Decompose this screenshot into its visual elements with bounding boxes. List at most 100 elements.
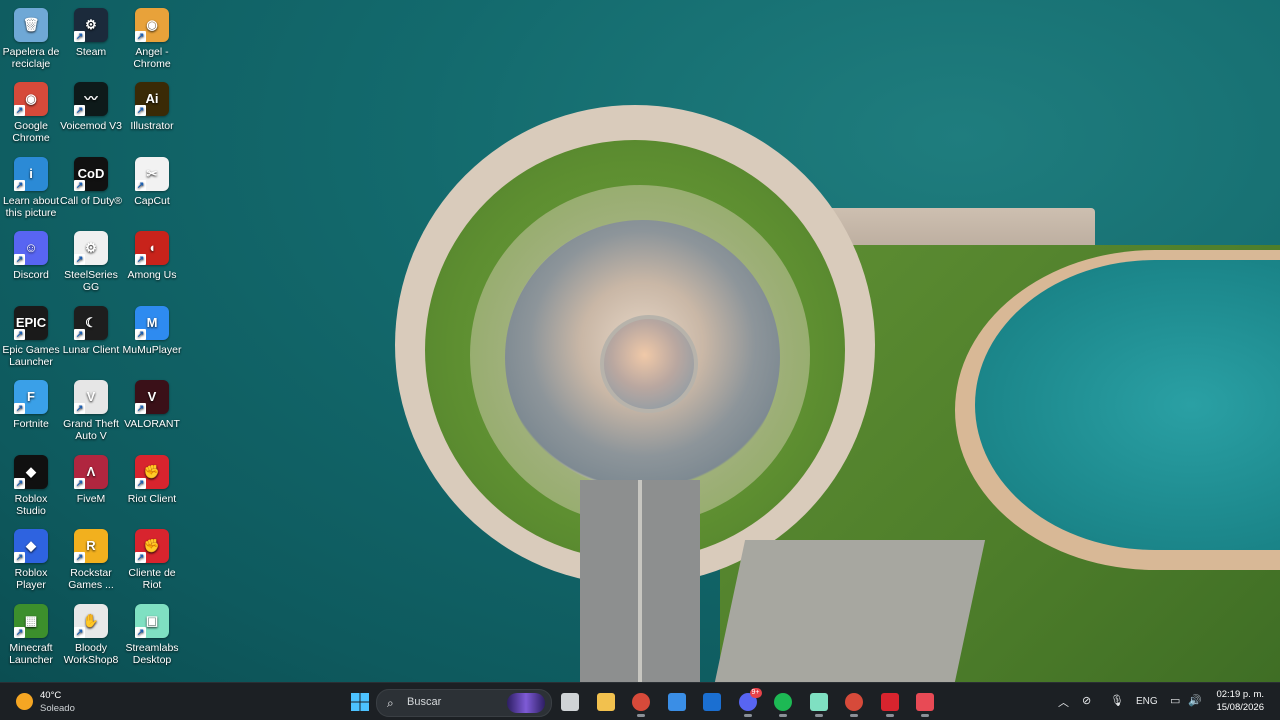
search-box[interactable]: ⌕ Buscar: [376, 689, 552, 717]
app-icon: ✋ ↗: [74, 604, 108, 638]
desktop-icon[interactable]: ✊ ↗ Cliente de Riot: [121, 525, 183, 599]
app-icon: ◆ ↗: [14, 455, 48, 489]
running-indicator: [921, 714, 929, 717]
running-indicator: [637, 714, 645, 717]
network-icon[interactable]: ▭: [1170, 694, 1180, 707]
desktop-icon[interactable]: ⚙ ↗ SteelSeries GG: [60, 227, 122, 301]
taskbar-app-riot-client[interactable]: [874, 686, 906, 718]
desktop-icon[interactable]: R ↗ Rockstar Games ...: [60, 525, 122, 599]
taskbar-app-discord[interactable]: 9+: [732, 686, 764, 718]
app-icon: F ↗: [14, 380, 48, 414]
app-glyph: ◆: [26, 538, 36, 553]
taskbar-app-spotify[interactable]: [767, 686, 799, 718]
app-glyph: Ai: [145, 91, 159, 106]
app-glyph: ✊: [143, 538, 161, 553]
running-indicator: [850, 714, 858, 717]
app-icon: ⚙ ↗: [74, 231, 108, 265]
desktop-icon[interactable]: ⚙ ↗ Steam: [60, 4, 122, 78]
shortcut-arrow-icon: ↗: [135, 329, 146, 340]
app-glyph: ▣: [145, 613, 159, 628]
desktop[interactable]: 🗑 Papelera de reciclaje ⚙ ↗ Steam ◉ ↗ Angel - C…: [0, 0, 1280, 682]
chevron-up-icon[interactable]: ︿: [1058, 694, 1069, 710]
wallpaper-parking: [714, 540, 986, 682]
desktop-icon-label: Roblox Studio: [14, 493, 48, 517]
weather-widget[interactable]: 40°C Soleado: [14, 689, 134, 717]
shortcut-arrow-icon: ↗: [74, 180, 85, 191]
desktop-icon[interactable]: V ↗ Grand Theft Auto V: [60, 376, 122, 450]
language-indicator[interactable]: ENG: [1136, 696, 1158, 707]
taskbar-app-task-view[interactable]: [554, 686, 586, 718]
taskbar-app-microsoft-store[interactable]: [661, 686, 693, 718]
task-view-icon: [561, 693, 579, 711]
desktop-icon[interactable]: ✊ ↗ Riot Client: [121, 451, 183, 525]
running-indicator: [885, 714, 894, 717]
desktop-icon-label: MuMuPlayer: [122, 344, 182, 356]
desktop-icon[interactable]: M ↗ MuMuPlayer: [121, 302, 183, 376]
desktop-icon[interactable]: F ↗ Fortnite: [0, 376, 62, 450]
desktop-icon-label: Grand Theft Auto V: [63, 418, 119, 442]
wallpaper-dome-center: [600, 315, 698, 413]
desktop-icon[interactable]: ◆ ↗ Roblox Player: [0, 525, 62, 599]
microphone-icon[interactable]: 🎙: [1110, 694, 1124, 707]
desktop-icon-label: Cliente de Riot: [128, 567, 176, 591]
start-button[interactable]: [344, 686, 376, 718]
desktop-icon[interactable]: 〰 ↗ Voicemod V3: [60, 78, 122, 152]
desktop-icon[interactable]: ☺ ↗ Discord: [0, 227, 62, 301]
desktop-icon-label: Lunar Client: [62, 344, 120, 356]
weather-condition: Soleado: [40, 703, 75, 714]
desktop-icon[interactable]: ◉ ↗ Google Chrome: [0, 78, 62, 152]
desktop-icon[interactable]: V ↗ VALORANT: [121, 376, 183, 450]
running-indicator: [779, 714, 787, 717]
app-glyph: ◆: [26, 464, 36, 479]
desktop-icon[interactable]: ◉ ↗ Angel - Chrome: [121, 4, 183, 78]
clock[interactable]: 02:19 p. m. 15/08/2026: [1216, 688, 1264, 714]
shortcut-arrow-icon: ↗: [74, 478, 85, 489]
app-icon: ▣ ↗: [135, 604, 169, 638]
desktop-icon[interactable]: ◖ ↗ Among Us: [121, 227, 183, 301]
windows-icon: [351, 693, 369, 711]
app-icon: 〰 ↗: [74, 82, 108, 116]
app-glyph: ⚙: [85, 240, 97, 255]
taskbar-app-streamlabs[interactable]: [803, 686, 835, 718]
desktop-icon[interactable]: 🗑 Papelera de reciclaje: [0, 4, 62, 78]
taskbar-app-valorant[interactable]: [909, 686, 941, 718]
desktop-icon[interactable]: ◆ ↗ Roblox Studio: [0, 451, 62, 525]
desktop-icon[interactable]: Ai ↗ Illustrator: [121, 78, 183, 152]
desktop-icon[interactable]: ✂ ↗ CapCut: [121, 153, 183, 227]
desktop-icon-label: Google Chrome: [12, 120, 50, 144]
app-glyph: M: [146, 315, 158, 330]
shortcut-arrow-icon: ↗: [135, 105, 146, 116]
taskbar-app-file-explorer[interactable]: [590, 686, 622, 718]
taskbar-app-chrome[interactable]: [625, 686, 657, 718]
shortcut-arrow-icon: ↗: [135, 254, 146, 265]
desktop-icon[interactable]: ☾ ↗ Lunar Client: [60, 302, 122, 376]
desktop-icon[interactable]: ▦ ↗ Minecraft Launcher: [0, 600, 62, 674]
shortcut-arrow-icon: ↗: [14, 403, 25, 414]
app-glyph: F: [27, 389, 35, 404]
desktop-icon[interactable]: ✋ ↗ Bloody WorkShop8: [60, 600, 122, 674]
taskbar-app-outlook[interactable]: [696, 686, 728, 718]
desktop-icon[interactable]: ▣ ↗ Streamlabs Desktop: [121, 600, 183, 674]
app-icon: Λ ↗: [74, 455, 108, 489]
app-glyph: Λ: [86, 464, 96, 479]
shortcut-arrow-icon: ↗: [14, 105, 25, 116]
taskbar-app-chrome-profile[interactable]: [838, 686, 870, 718]
desktop-icon-label: Call of Duty®: [60, 195, 123, 207]
volume-icon[interactable]: 🔊: [1188, 694, 1202, 707]
app-glyph: CoD: [77, 166, 105, 181]
desktop-icon[interactable]: EPIC ↗ Epic Games Launcher: [0, 302, 62, 376]
app-glyph: 🗑: [22, 17, 40, 32]
desktop-icon[interactable]: Λ ↗ FiveM: [60, 451, 122, 525]
app-glyph: ✊: [143, 464, 161, 479]
desktop-icon[interactable]: i ↗ Learn about this picture: [0, 153, 62, 227]
desktop-icon-label: Roblox Player: [14, 567, 48, 591]
no-network-icon[interactable]: ⊘: [1082, 694, 1091, 707]
shortcut-arrow-icon: ↗: [74, 329, 85, 340]
chrome-icon: [632, 693, 650, 711]
shortcut-arrow-icon: ↗: [74, 105, 85, 116]
running-indicator: [743, 714, 752, 717]
search-placeholder: Buscar: [407, 696, 442, 708]
desktop-icon[interactable]: CoD ↗ Call of Duty®: [60, 153, 122, 227]
chrome-profile-icon: [845, 693, 863, 711]
shortcut-arrow-icon: ↗: [135, 403, 146, 414]
